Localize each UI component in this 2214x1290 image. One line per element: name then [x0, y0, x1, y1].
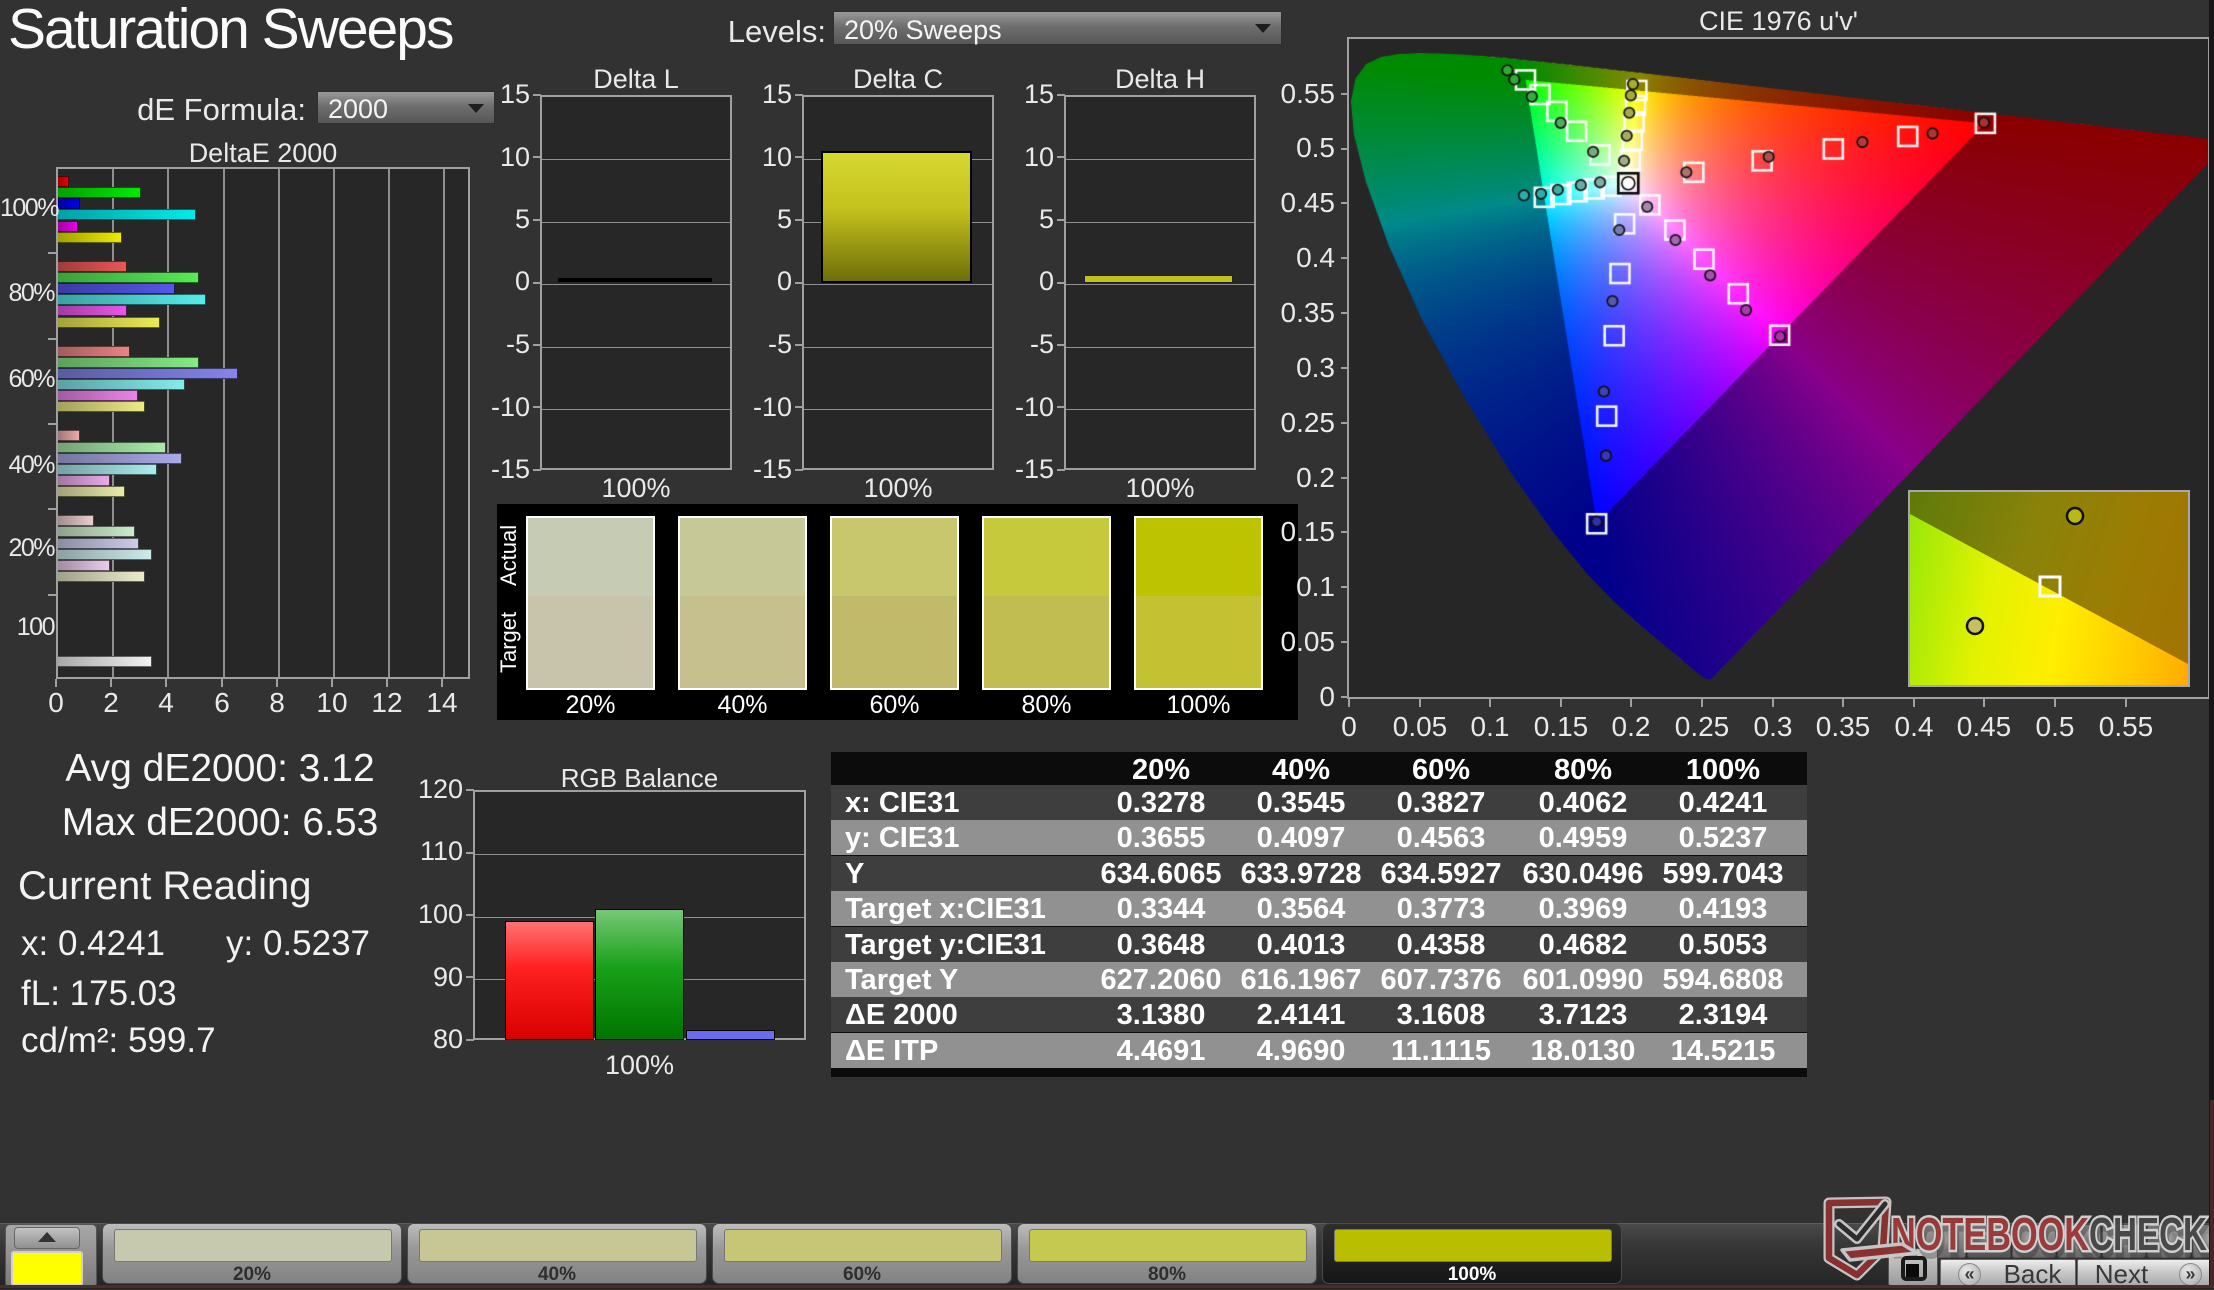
- svg-text:CHECK: CHECK: [2089, 1208, 2207, 1260]
- svg-text:NOTEBOOK: NOTEBOOK: [1891, 1208, 2089, 1260]
